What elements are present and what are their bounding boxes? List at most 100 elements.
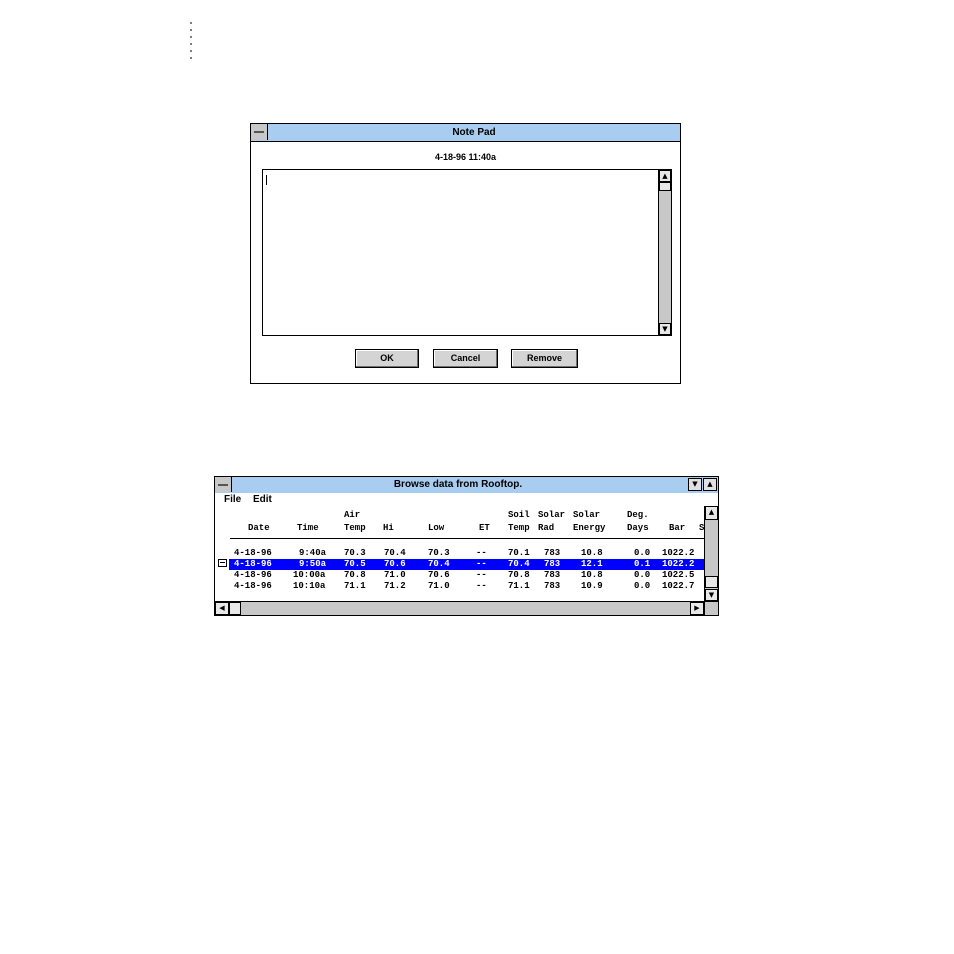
- cell-solar-energy: 10.9: [581, 581, 603, 591]
- dialog-button-row: OK Cancel Remove: [251, 349, 680, 369]
- cell-time: 10:00a: [293, 570, 326, 580]
- header-line2: Low: [428, 523, 445, 533]
- cell-hi: 71.2: [384, 581, 406, 591]
- header-line2: Energy: [573, 523, 606, 533]
- header-line1: Solar: [538, 510, 566, 520]
- cell-time: 10:10a: [293, 581, 326, 591]
- note-pad-dialog: Note Pad 4-18-96 11:40a ▲ ▼ OK Cancel Re…: [250, 123, 681, 384]
- header-line1: Soil: [508, 510, 530, 520]
- cell-air-temp: 70.8: [344, 570, 366, 580]
- dialog-title: Note Pad: [452, 127, 496, 138]
- cell-et: --: [476, 570, 487, 580]
- cell-soil-temp: 70.1: [508, 548, 530, 558]
- text-caret: [266, 175, 267, 185]
- scroll-down-arrow-icon[interactable]: ▼: [705, 589, 718, 601]
- header-line2: Rad: [538, 523, 555, 533]
- browse-data-window: Browse data from Rooftop. ▼ ▲ File Edit …: [214, 476, 719, 616]
- cell-deg-days: 0.0: [634, 548, 651, 558]
- cell-air-temp: 70.5: [344, 559, 366, 569]
- header-line1: Air: [344, 510, 361, 520]
- cell-air-temp: 71.1: [344, 581, 366, 591]
- title-bar: Browse data from Rooftop. ▼ ▲: [215, 477, 718, 494]
- table-row[interactable]: 4-18-96 9:40a 70.3 70.4 70.3 -- 70.1 783…: [229, 548, 705, 559]
- cell-time: 9:50a: [299, 559, 327, 569]
- header-line2: ET: [479, 523, 490, 533]
- scroll-right-arrow-icon[interactable]: ▶: [690, 602, 704, 615]
- ok-button[interactable]: OK: [355, 349, 419, 368]
- cell-soil-temp: 70.8: [508, 570, 530, 580]
- cell-time: 9:40a: [299, 548, 327, 558]
- header-line2: Date: [248, 523, 270, 533]
- header-line2: Temp: [344, 523, 366, 533]
- cell-solar-rad: 783: [544, 581, 561, 591]
- cell-et: --: [476, 581, 487, 591]
- cell-bar: 1022.2: [662, 559, 695, 569]
- table-row[interactable]: 4-18-96 10:00a 70.8 71.0 70.6 -- 70.8 78…: [229, 570, 705, 581]
- header-line2: Days: [627, 523, 649, 533]
- scroll-thumb[interactable]: [705, 576, 718, 588]
- cancel-button[interactable]: Cancel: [433, 349, 498, 368]
- system-menu-icon[interactable]: [215, 477, 232, 492]
- maximize-icon[interactable]: ▲: [703, 478, 717, 491]
- cell-solar-energy: 10.8: [581, 548, 603, 558]
- scroll-up-arrow-icon[interactable]: ▲: [705, 506, 718, 520]
- cell-bar: 1022.2: [662, 548, 695, 558]
- cell-hi: 71.0: [384, 570, 406, 580]
- header-line1: Solar: [573, 510, 601, 520]
- scroll-up-arrow-icon[interactable]: ▲: [659, 170, 671, 182]
- cell-date: 4-18-96: [234, 581, 272, 591]
- table-row[interactable]: 4-18-96 10:10a 71.1 71.2 71.0 -- 71.1 78…: [229, 581, 705, 592]
- minimize-icon[interactable]: ▼: [688, 478, 702, 491]
- horizontal-scroll-thumb[interactable]: [229, 602, 241, 615]
- header-line1: Deg.: [627, 510, 649, 520]
- title-bar: Note Pad: [251, 124, 680, 142]
- remove-button[interactable]: Remove: [511, 349, 578, 368]
- margin-dots: [190, 22, 193, 64]
- note-timestamp: 4-18-96 11:40a: [434, 152, 497, 162]
- data-grid: Date Time Air Temp Hi Low ET Soil Temp Sol…: [215, 506, 705, 601]
- cell-solar-rad: 783: [544, 559, 561, 569]
- cell-solar-rad: 783: [544, 548, 561, 558]
- current-row-indicator-icon: [218, 559, 227, 567]
- note-text-area[interactable]: ▲ ▼: [262, 169, 672, 336]
- cell-deg-days: 0.0: [634, 581, 651, 591]
- header-divider: [230, 538, 705, 539]
- cell-soil-temp: 70.4: [508, 559, 530, 569]
- vertical-scrollbar[interactable]: ▲ ▼: [658, 170, 671, 335]
- cell-bar: 1022.5: [662, 570, 695, 580]
- horizontal-scrollbar[interactable]: ◀ ▶: [215, 601, 704, 615]
- cell-bar: 1022.7: [662, 581, 695, 591]
- table-row-selected[interactable]: 4-18-96 9:50a 70.5 70.6 70.4 -- 70.4 783…: [229, 559, 705, 570]
- cell-et: --: [476, 548, 487, 558]
- cell-solar-energy: 12.1: [581, 559, 603, 569]
- header-line2: Bar: [669, 523, 686, 533]
- cell-hi: 70.4: [384, 548, 406, 558]
- cell-low: 70.4: [428, 559, 450, 569]
- cell-deg-days: 0.1: [634, 559, 651, 569]
- cell-low: 70.6: [428, 570, 450, 580]
- header-line2: Time: [297, 523, 319, 533]
- cell-air-temp: 70.3: [344, 548, 366, 558]
- cell-date: 4-18-96: [234, 559, 272, 569]
- cell-date: 4-18-96: [234, 548, 272, 558]
- cell-et: --: [476, 559, 487, 569]
- cell-low: 70.3: [428, 548, 450, 558]
- system-menu-icon[interactable]: [251, 124, 268, 140]
- cell-hi: 70.6: [384, 559, 406, 569]
- cell-low: 71.0: [428, 581, 450, 591]
- scroll-down-arrow-icon[interactable]: ▼: [659, 323, 671, 335]
- header-line2: Temp: [508, 523, 530, 533]
- header-line2: Hi: [383, 523, 394, 533]
- menu-file[interactable]: File: [224, 493, 241, 506]
- menu-edit[interactable]: Edit: [253, 493, 272, 506]
- scroll-left-arrow-icon[interactable]: ◀: [215, 602, 229, 615]
- cell-deg-days: 0.0: [634, 570, 651, 580]
- cell-solar-rad: 783: [544, 570, 561, 580]
- window-title: Browse data from Rooftop.: [393, 479, 523, 490]
- cell-date: 4-18-96: [234, 570, 272, 580]
- cell-soil-temp: 71.1: [508, 581, 530, 591]
- menu-bar: File Edit: [215, 493, 718, 506]
- vertical-scrollbar[interactable]: ▲ ▼: [704, 506, 718, 601]
- scroll-thumb[interactable]: [659, 182, 671, 191]
- scrollbar-corner: [704, 601, 718, 615]
